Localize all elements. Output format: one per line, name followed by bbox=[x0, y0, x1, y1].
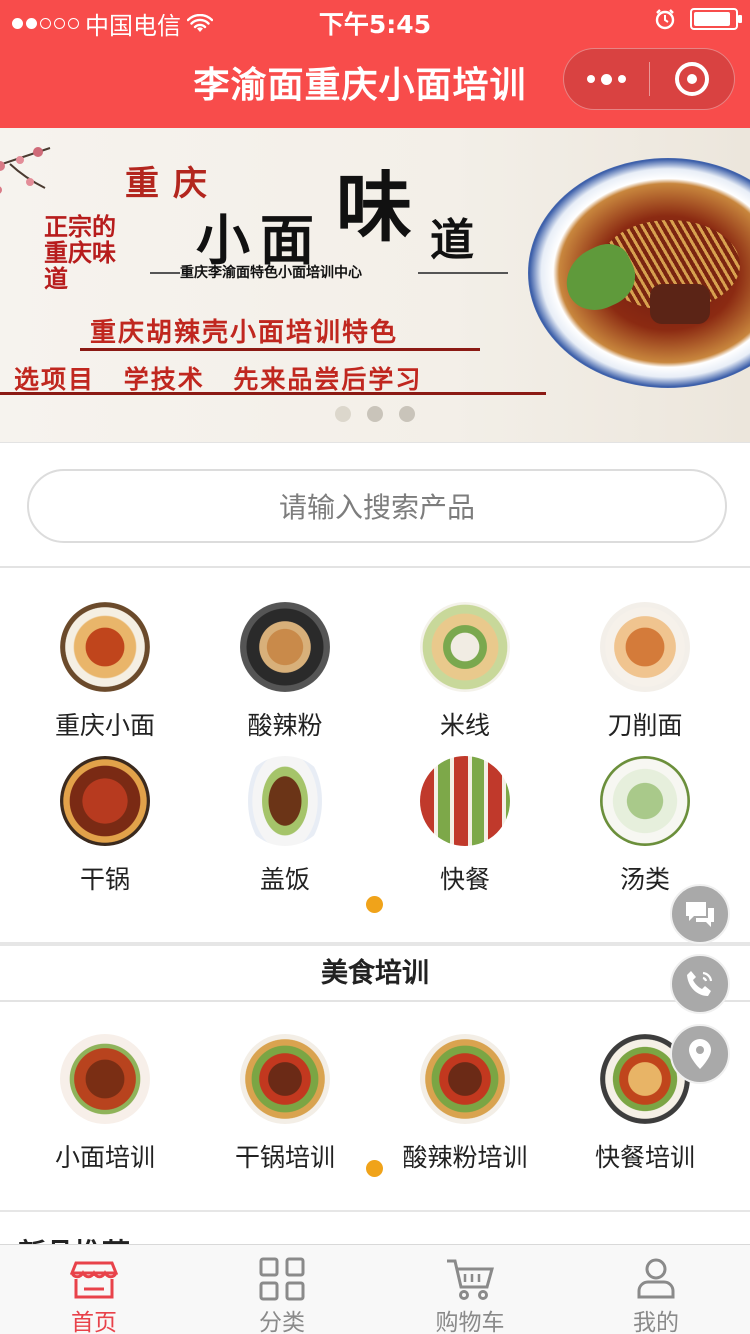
category-label: 重庆小面 bbox=[54, 711, 155, 740]
category-item-chongqing-noodles[interactable]: 重庆小面 bbox=[15, 602, 195, 752]
tab-label: 我的 bbox=[633, 1310, 679, 1334]
category-item-dry-pot[interactable]: 干锅 bbox=[15, 756, 195, 906]
location-button[interactable] bbox=[670, 1024, 730, 1084]
category-page-indicator[interactable] bbox=[366, 896, 383, 913]
banner-center-name: 重庆李渝面特色小面培训中心 bbox=[180, 265, 362, 281]
beef-image-detail bbox=[650, 284, 710, 324]
dry-pot-icon bbox=[240, 1034, 330, 1124]
section-title-training: 美食培训 bbox=[0, 950, 750, 1002]
training-row: 小面培训 干锅培训 酸辣粉培训 快餐培训 bbox=[0, 1002, 750, 1212]
category-item-rice-bowl[interactable]: 盖饭 bbox=[195, 756, 375, 906]
soup-bowl-icon bbox=[600, 756, 690, 846]
plum-blossom-decoration bbox=[0, 147, 51, 194]
banner-slogan-underline bbox=[0, 392, 546, 395]
noodle-bowl-icon bbox=[240, 602, 330, 692]
more-menu-button[interactable] bbox=[564, 48, 649, 110]
top-bar: 中国电信 下午5:45 李渝面重庆小面培训 bbox=[0, 0, 750, 128]
search-placeholder: 请输入搜索产品 bbox=[278, 491, 475, 524]
fast-food-tray-icon bbox=[420, 756, 510, 846]
chat-button[interactable] bbox=[670, 884, 730, 944]
rice-bowl-icon bbox=[240, 756, 330, 846]
category-label: 快餐 bbox=[439, 865, 490, 894]
category-label: 盖饭 bbox=[259, 865, 310, 894]
search-input[interactable]: 请输入搜索产品 bbox=[27, 469, 727, 543]
promo-banner[interactable]: 正宗的重庆味道 重庆 小面 味 道 重庆李渝面特色小面培训中心 重庆胡辣壳小面培… bbox=[0, 128, 750, 442]
training-page-indicator[interactable] bbox=[366, 1160, 383, 1177]
category-item-fast-food[interactable]: 快餐 bbox=[375, 756, 555, 906]
search-section: 请输入搜索产品 bbox=[0, 442, 750, 568]
training-label: 干锅培训 bbox=[234, 1143, 335, 1172]
user-icon bbox=[637, 1258, 675, 1299]
banner-rule-left bbox=[150, 272, 180, 274]
close-mini-program-button[interactable] bbox=[650, 48, 735, 110]
grid-icon bbox=[259, 1257, 305, 1301]
banner-heading-big: 味 bbox=[336, 163, 412, 252]
training-label: 酸辣粉培训 bbox=[402, 1143, 528, 1172]
banner-pagination bbox=[0, 406, 750, 422]
home-icon bbox=[70, 1261, 118, 1299]
target-icon bbox=[674, 62, 709, 96]
category-item-rice-noodles[interactable]: 米线 bbox=[375, 602, 555, 752]
training-label: 快餐培训 bbox=[594, 1143, 695, 1172]
category-label: 刀削面 bbox=[607, 711, 683, 740]
category-label: 酸辣粉 bbox=[247, 711, 323, 740]
training-label: 小面培训 bbox=[54, 1143, 155, 1172]
tab-label: 购物车 bbox=[435, 1310, 505, 1334]
banner-dot[interactable] bbox=[367, 406, 383, 422]
tab-cart[interactable]: 购物车 bbox=[376, 1245, 564, 1334]
app: 中国电信 下午5:45 李渝面重庆小面培训 正宗的重庆味道 重庆 小面 味 道 … bbox=[0, 0, 750, 1334]
training-item-noodles[interactable]: 小面培训 bbox=[15, 1034, 195, 1184]
banner-feature-underline bbox=[80, 348, 480, 351]
phone-icon bbox=[687, 971, 713, 996]
banner-dot[interactable] bbox=[335, 406, 351, 422]
banner-small-text: 正宗的重庆味道 bbox=[44, 212, 116, 293]
category-label: 米线 bbox=[439, 711, 490, 740]
battery-icon bbox=[690, 8, 742, 30]
bottom-tab-bar: 首页 分类 购物车 我的 bbox=[0, 1244, 750, 1334]
alarm-icon bbox=[655, 9, 675, 30]
status-bar: 中国电信 下午5:45 bbox=[0, 0, 750, 40]
tab-home[interactable]: 首页 bbox=[0, 1245, 188, 1334]
chat-icon bbox=[686, 902, 714, 927]
category-item-knife-cut-noodles[interactable]: 刀削面 bbox=[555, 602, 735, 752]
noodle-bowl-icon bbox=[420, 1034, 510, 1124]
location-icon bbox=[689, 1039, 711, 1069]
training-item-dry-pot[interactable]: 干锅培训 bbox=[195, 1034, 375, 1184]
tab-category[interactable]: 分类 bbox=[188, 1245, 376, 1334]
banner-slogan: 选项目 学技术 先来品尝后学习 bbox=[14, 365, 423, 394]
phone-button[interactable] bbox=[670, 954, 730, 1014]
noodle-bowl-icon bbox=[420, 602, 510, 692]
cart-icon bbox=[447, 1259, 494, 1300]
mini-program-capsule bbox=[563, 48, 735, 110]
category-item-hot-sour-noodles[interactable]: 酸辣粉 bbox=[195, 602, 375, 752]
banner-heading-end: 道 bbox=[430, 215, 474, 266]
status-time: 下午5:45 bbox=[318, 10, 432, 39]
category-label: 干锅 bbox=[79, 865, 130, 894]
tab-profile[interactable]: 我的 bbox=[562, 1245, 750, 1334]
noodle-bowl-icon bbox=[60, 1034, 150, 1124]
training-item-hot-sour-noodles[interactable]: 酸辣粉培训 bbox=[375, 1034, 555, 1184]
title-bar: 李渝面重庆小面培训 bbox=[0, 40, 750, 128]
tab-label: 首页 bbox=[71, 1310, 117, 1334]
page-title: 李渝面重庆小面培训 bbox=[193, 65, 527, 106]
more-icon bbox=[586, 75, 595, 83]
banner-dot[interactable] bbox=[399, 406, 415, 422]
noodle-bowl-icon bbox=[60, 602, 150, 692]
category-item-soup[interactable]: 汤类 bbox=[555, 756, 735, 906]
banner-rule-right bbox=[418, 272, 508, 274]
category-grid: 重庆小面 酸辣粉 米线 刀削面 干锅 盖饭 快餐 汤类 bbox=[0, 570, 750, 946]
tab-label: 分类 bbox=[259, 1310, 305, 1334]
noodle-bowl-icon bbox=[600, 602, 690, 692]
dry-pot-icon bbox=[60, 756, 150, 846]
banner-feature: 重庆胡辣壳小面培训特色 bbox=[90, 318, 399, 348]
